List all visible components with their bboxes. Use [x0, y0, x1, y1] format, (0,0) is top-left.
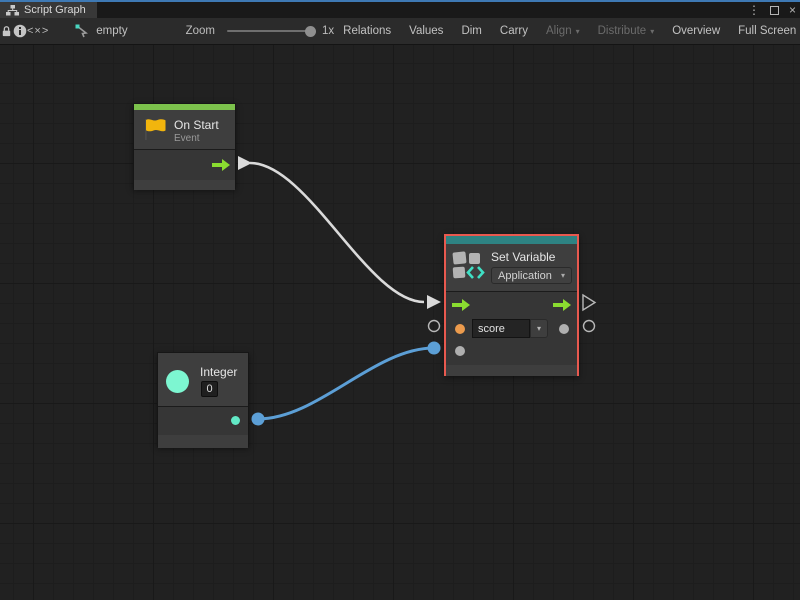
node-title: On Start — [174, 118, 219, 132]
values-button[interactable]: Values — [400, 18, 452, 44]
variable-name-field[interactable] — [472, 319, 530, 338]
graph-hierarchy-icon — [6, 5, 19, 16]
zoom-label: Zoom — [186, 25, 215, 37]
chevron-down-icon: ▾ — [576, 28, 580, 36]
code-icon: <×> — [27, 25, 49, 37]
zoom-slider-knob[interactable] — [305, 26, 316, 37]
toolbar-middle: empty Zoom 1x — [49, 18, 334, 44]
window-controls: ⋮ × — [748, 2, 796, 18]
variable-scope-dropdown[interactable]: Application ▾ — [491, 267, 572, 284]
chevron-down-icon: ▾ — [650, 28, 654, 36]
flow-in-port[interactable] — [452, 299, 470, 311]
flow-out-port[interactable] — [553, 299, 571, 311]
node-footer — [134, 180, 235, 190]
title-bar: Script Graph ⋮ × — [0, 0, 800, 18]
integer-value-field[interactable] — [201, 381, 218, 397]
relations-button[interactable]: Relations — [334, 18, 400, 44]
node-header: Integer — [158, 353, 248, 406]
button-label: Overview — [672, 25, 720, 37]
flow-wire-start-arrow — [238, 156, 252, 170]
node-footer — [446, 365, 577, 376]
stub-name-port[interactable] — [429, 321, 440, 332]
value-out-port[interactable] — [231, 416, 240, 425]
flow-wire-end-arrow — [427, 295, 441, 309]
maximize-icon[interactable] — [770, 6, 779, 15]
node-body: ▾ — [446, 291, 577, 367]
node-subtitle: Event — [174, 133, 200, 144]
full-screen-button[interactable]: Full Screen — [729, 18, 800, 44]
distribute-button[interactable]: Distribute ▾ — [589, 18, 664, 44]
zoom-slider[interactable] — [227, 30, 312, 32]
node-header: Set Variable Application ▾ — [446, 244, 577, 291]
chevron-down-icon: ▾ — [561, 272, 565, 280]
graph-canvas[interactable]: On Start Event Integer — [0, 45, 800, 600]
flow-wire — [250, 163, 424, 302]
scope-value: Application — [498, 270, 552, 282]
variable-name-port[interactable] — [455, 324, 465, 334]
connection-layer — [0, 45, 800, 600]
overview-button[interactable]: Overview — [663, 18, 729, 44]
graph-toolbar: <×> empty Zoom 1x Relations Values Dim C… — [0, 18, 800, 45]
tab-script-graph[interactable]: Script Graph — [0, 2, 97, 18]
close-icon[interactable]: × — [789, 2, 796, 18]
dim-button[interactable]: Dim — [452, 18, 490, 44]
node-on-start[interactable]: On Start Event — [133, 103, 236, 189]
node-integer[interactable]: Integer — [157, 352, 249, 447]
value-in-port[interactable] — [455, 346, 465, 356]
flag-icon — [141, 117, 167, 142]
variable-name-dropdown-button[interactable]: ▾ — [530, 319, 548, 338]
node-body — [158, 406, 248, 436]
script-graph-window: Script Graph ⋮ × <×> — [0, 0, 800, 600]
node-title: Set Variable — [491, 250, 555, 264]
lock-icon — [0, 25, 13, 38]
stub-flow-out-port[interactable] — [583, 295, 595, 310]
align-button[interactable]: Align ▾ — [537, 18, 589, 44]
button-label: Carry — [500, 25, 528, 37]
node-body — [134, 149, 235, 181]
tab-title: Script Graph — [24, 4, 86, 16]
value-wire-start-dot — [252, 413, 265, 426]
menu-icon[interactable]: ⋮ — [748, 2, 760, 18]
info-button[interactable] — [13, 18, 27, 44]
node-header: On Start Event — [134, 110, 235, 149]
value-wire-end-dot — [428, 342, 441, 355]
info-icon — [13, 24, 27, 38]
lock-button[interactable] — [0, 18, 13, 44]
flow-out-port[interactable] — [212, 159, 230, 171]
chevron-down-icon: ▾ — [537, 325, 541, 333]
node-set-variable[interactable]: Set Variable Application ▾ ▾ — [444, 234, 579, 376]
focus-highlight-line — [0, 0, 800, 2]
carry-button[interactable]: Carry — [491, 18, 537, 44]
graph-breadcrumb[interactable]: empty — [96, 25, 127, 37]
button-label: Values — [409, 25, 443, 37]
zoom-value: 1x — [322, 25, 334, 37]
node-title: Integer — [200, 365, 237, 379]
button-label: Full Screen — [738, 25, 796, 37]
node-footer — [158, 435, 248, 448]
button-label: Distribute — [598, 25, 647, 37]
graph-pointer-icon — [75, 24, 90, 38]
button-label: Align — [546, 25, 572, 37]
stub-value-out-port[interactable] — [584, 321, 595, 332]
button-label: Dim — [461, 25, 481, 37]
value-wire — [258, 348, 434, 419]
node-accent-strip — [446, 236, 577, 244]
button-label: Relations — [343, 25, 391, 37]
set-variable-icon — [452, 251, 486, 281]
integer-type-icon — [166, 370, 189, 393]
value-out-data-port[interactable] — [559, 324, 569, 334]
code-preview-button[interactable]: <×> — [27, 18, 49, 44]
